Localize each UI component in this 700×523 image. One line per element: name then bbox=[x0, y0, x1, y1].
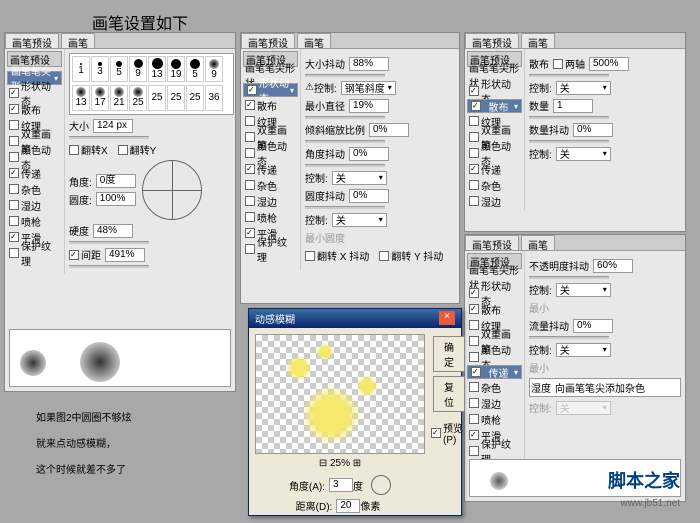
side-item-wet[interactable]: 湿边 bbox=[7, 197, 62, 213]
size-control-select[interactable]: 钢笔斜度 bbox=[341, 81, 396, 95]
spacing-slider[interactable] bbox=[69, 265, 149, 268]
side-item-noise[interactable]: 杂色 bbox=[7, 181, 62, 197]
tab-brush[interactable]: 画笔 bbox=[61, 33, 95, 48]
hardness-input[interactable]: 48% bbox=[93, 224, 133, 238]
side-item-airbrush[interactable]: 喷枪 bbox=[7, 213, 62, 229]
brush-tip-grid[interactable]: 1 3 5 9 13 19 5 9 13 17 21 25 25 25 25 3… bbox=[69, 53, 234, 115]
close-icon[interactable]: × bbox=[439, 311, 455, 325]
watermark-url: www.jb51.net bbox=[621, 498, 680, 509]
flipy-checkbox[interactable] bbox=[118, 145, 128, 155]
angle-dial[interactable] bbox=[371, 475, 391, 495]
zoom-in-btn[interactable]: ⊞ bbox=[353, 458, 361, 469]
tab-brush[interactable]: 画笔 bbox=[297, 33, 331, 48]
page-caption: 画笔设置如下 bbox=[92, 10, 188, 34]
cancel-button[interactable]: 复位 bbox=[433, 376, 465, 412]
tab-preset[interactable]: 画笔预设 bbox=[5, 33, 59, 48]
dialog-titlebar[interactable]: 动感模糊 × bbox=[249, 309, 461, 328]
zoom-level: 25% bbox=[330, 458, 350, 469]
panel-tabs: 画笔预设画笔 bbox=[5, 33, 235, 49]
brush-panel-tip-shape: 画笔预设画笔 画笔预设 画笔笔尖形状 形状动态 散布 纹理 双重画笔 颜色动态 … bbox=[4, 32, 236, 392]
blur-preview bbox=[255, 334, 425, 454]
ok-button[interactable]: 确定 bbox=[433, 336, 465, 372]
blur-distance-input[interactable]: 20 bbox=[336, 499, 360, 513]
zoom-out-btn[interactable]: ⊟ bbox=[319, 458, 327, 469]
tab-preset[interactable]: 画笔预设 bbox=[241, 33, 295, 48]
size-label: 大小 bbox=[69, 118, 89, 133]
size-slider[interactable] bbox=[69, 136, 149, 139]
dialog-title: 动感模糊 bbox=[255, 311, 295, 326]
brush-panel-shape-dynamics: 画笔预设画笔 画笔预设 画笔笔尖形状 形状动态 散布 纹理 双重画笔 颜色动态 … bbox=[240, 32, 460, 304]
angle-input[interactable]: 0度 bbox=[96, 174, 136, 188]
brush-panel-scattering: 画笔预设画笔 画笔预设 画笔笔尖形状 形状动态 散布 纹理 双重画笔 颜色动态 … bbox=[464, 32, 686, 232]
motion-blur-dialog: 动感模糊× ⊟ 25% ⊞ 角度(A):3度 距离(D):20像素 确定 复位 … bbox=[248, 308, 462, 516]
flipx-checkbox[interactable] bbox=[69, 145, 79, 155]
blur-angle-input[interactable]: 3 bbox=[329, 478, 353, 492]
watermark: 脚本之家 bbox=[608, 467, 680, 493]
size-jitter-input[interactable]: 88% bbox=[349, 57, 389, 71]
hardness-slider[interactable] bbox=[69, 241, 149, 244]
roundness-input[interactable]: 100% bbox=[96, 192, 136, 206]
brush-stroke-preview bbox=[9, 329, 231, 387]
size-input[interactable]: 124 px bbox=[93, 119, 133, 133]
spacing-input[interactable]: 491% bbox=[105, 248, 145, 262]
annotation-text: 如果图2中圆圈不够炫就来点动感模糊，这个时候就差不多了 bbox=[36, 406, 132, 484]
preview-checkbox[interactable] bbox=[431, 428, 441, 438]
angle-roundness-diagram[interactable] bbox=[142, 160, 202, 220]
spacing-checkbox[interactable] bbox=[69, 250, 79, 260]
brush-category-list: 画笔预设 画笔笔尖形状 形状动态 散布 纹理 双重画笔 颜色动态 传递 杂色 湿… bbox=[5, 49, 65, 274]
side-item-color[interactable]: 颜色动态 bbox=[7, 149, 62, 165]
side-item-shape[interactable]: 形状动态 bbox=[7, 85, 62, 101]
side-item-protect[interactable]: 保护纹理 bbox=[7, 245, 62, 261]
brush-panel-transfer: 画笔预设画笔 画笔预设 画笔笔尖形状 形状动态 散布 纹理 双重画笔 颜色动态 … bbox=[464, 234, 686, 502]
